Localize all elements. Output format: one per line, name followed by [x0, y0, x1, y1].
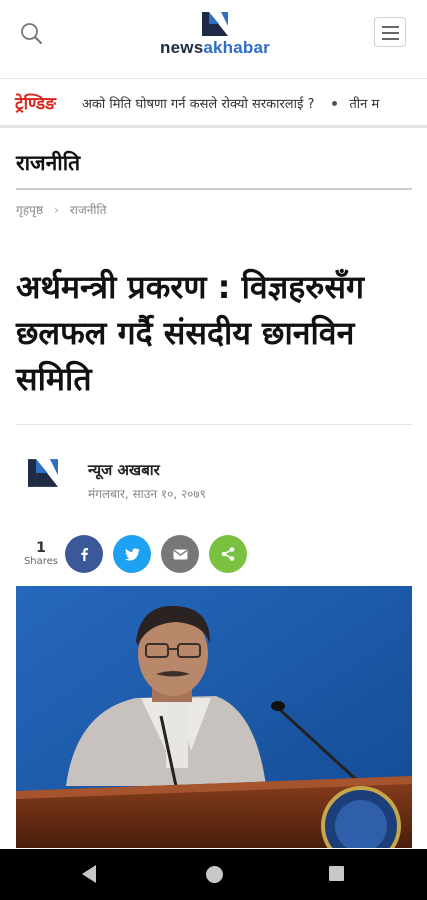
share-count-label: Shares [23, 556, 59, 567]
breadcrumb: गृहपृष्ठ › राजनीति [16, 201, 106, 218]
trending-bar: ट्रेण्डिङ अको मिति घोषणा गर्न कसले रोक्य… [0, 79, 427, 128]
trending-label: ट्रेण्डिङ [15, 94, 56, 113]
breadcrumb-separator-icon: › [54, 203, 59, 217]
site-logo[interactable]: newsakhabar [160, 12, 270, 62]
bullet-icon [332, 101, 338, 106]
publish-date: मंगलबार, साउन १०, २०७९ [88, 487, 206, 501]
home-icon[interactable] [206, 866, 223, 883]
menu-button[interactable] [374, 17, 406, 47]
recent-apps-icon[interactable] [329, 866, 344, 881]
facebook-icon [81, 548, 88, 561]
share-icon [221, 547, 235, 561]
title-divider [16, 424, 412, 425]
twitter-share-button[interactable] [113, 535, 151, 573]
trending-item[interactable]: अको मिति घोषणा गर्न कसले रोक्यो सरकारलाई… [82, 97, 314, 112]
author-avatar[interactable] [28, 458, 58, 492]
system-navigation-bar [0, 849, 427, 900]
breadcrumb-current[interactable]: राजनीति [70, 203, 107, 217]
search-button[interactable] [18, 20, 46, 48]
share-count: 1 [36, 540, 46, 556]
trending-item[interactable]: तीन म [349, 97, 379, 112]
article-title: अर्थमन्त्री प्रकरण : विज्ञहरुसँग छलफल गर… [16, 268, 364, 398]
article-photo [16, 586, 412, 848]
share-counter: 1 Shares [22, 540, 60, 568]
speaker-photo-illustration [16, 586, 412, 848]
author-logo-icon [28, 459, 58, 487]
author-name[interactable]: न्यूज अखबार [88, 460, 160, 480]
twitter-icon [124, 547, 140, 560]
trending-ticker: अको मिति घोषणा गर्न कसले रोक्यो सरकारलाई… [82, 94, 379, 112]
back-icon[interactable] [82, 865, 96, 883]
breadcrumb-home[interactable]: गृहपृष्ठ [16, 203, 43, 217]
search-icon [21, 23, 42, 44]
generic-share-button[interactable] [209, 535, 247, 573]
email-icon [173, 549, 187, 559]
app-header: newsakhabar [0, 0, 427, 79]
logo-text: newsakhabar [160, 38, 270, 57]
logo-mark-icon [202, 12, 228, 36]
category-divider [16, 188, 412, 190]
category-title: राजनीति [16, 151, 81, 175]
facebook-share-button[interactable] [65, 535, 103, 573]
email-share-button[interactable] [161, 535, 199, 573]
